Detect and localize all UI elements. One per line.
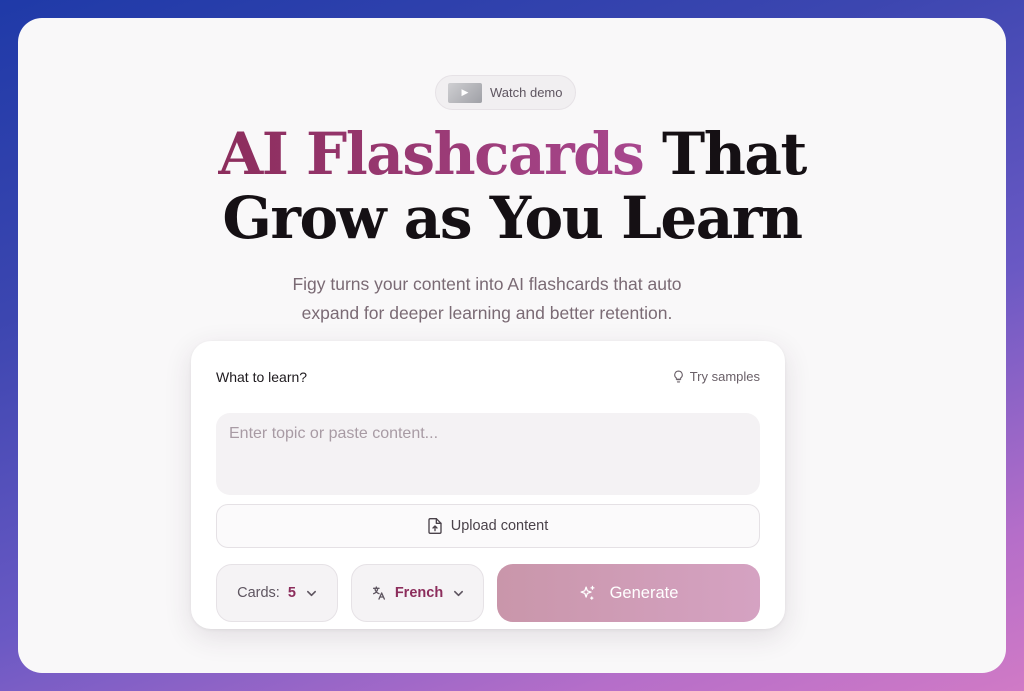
what-to-learn-label: What to learn? — [216, 369, 308, 385]
cards-value: 5 — [287, 585, 296, 601]
file-upload-icon — [428, 518, 442, 534]
title-line-2: Grow as You Learn — [222, 184, 803, 252]
try-samples-label: Try samples — [689, 369, 760, 384]
language-select[interactable]: French — [351, 564, 484, 622]
chevron-down-icon — [306, 590, 316, 596]
upload-content-label: Upload content — [450, 518, 549, 534]
lightbulb-icon — [673, 370, 683, 383]
try-samples-button[interactable]: Try samples — [672, 369, 760, 384]
language-value: French — [394, 585, 444, 601]
learn-form: What to learn? Try samples Upload conten… — [191, 341, 785, 629]
sparkles-icon — [580, 585, 595, 600]
page-title: AI Flashcards That Grow as You Learn — [18, 122, 1006, 250]
generate-button[interactable]: Generate — [497, 564, 760, 622]
upload-content-button[interactable]: Upload content — [216, 504, 760, 548]
demo-thumbnail-icon: ▶ — [448, 82, 482, 103]
page-subtitle: Figy turns your content into AI flashcar… — [292, 274, 682, 323]
chevron-down-icon — [454, 590, 464, 596]
generate-label: Generate — [609, 583, 679, 602]
topic-input[interactable] — [216, 413, 760, 495]
main-card: ▶ Watch demo AI Flashcards That Grow as … — [18, 18, 1006, 673]
translate-icon — [372, 586, 385, 600]
title-rest: That — [643, 120, 807, 188]
watch-demo-button[interactable]: ▶ Watch demo — [435, 75, 576, 110]
title-accent: AI Flashcards — [218, 120, 645, 188]
cards-label: Cards: — [237, 585, 280, 601]
watch-demo-label: Watch demo — [490, 85, 563, 100]
cards-count-select[interactable]: Cards: 5 — [216, 564, 338, 622]
